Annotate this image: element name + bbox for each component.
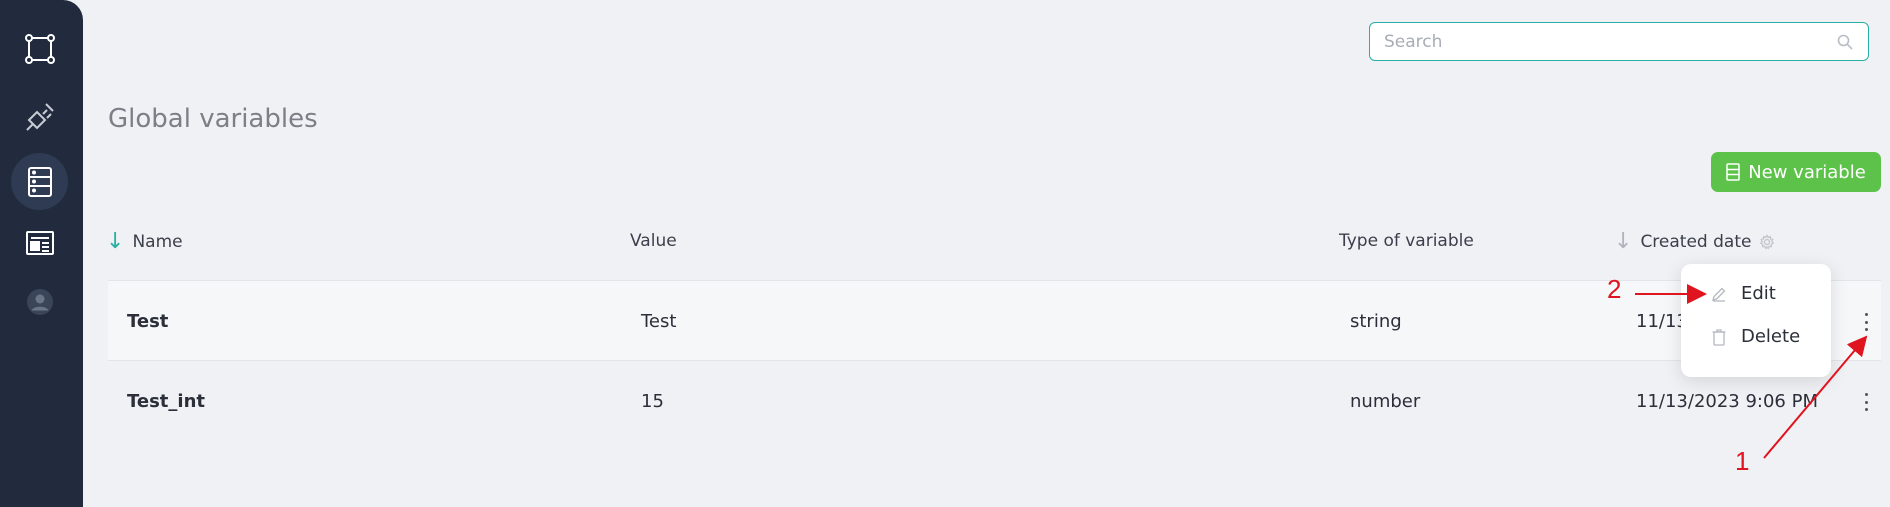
row-actions-icon[interactable] — [1857, 391, 1875, 413]
column-header-created[interactable]: ↓ Created date — [1614, 231, 1775, 253]
newspaper-icon — [25, 230, 54, 255]
column-header-type[interactable]: Type of variable — [1339, 231, 1474, 251]
menu-item-delete[interactable]: Delete — [1681, 315, 1831, 358]
cell-value: Test — [641, 310, 677, 332]
page-title: Global variables — [108, 104, 318, 134]
cell-value: 15 — [641, 390, 664, 412]
sort-down-icon[interactable]: ↓ — [1614, 231, 1632, 253]
database-icon — [1726, 163, 1740, 181]
column-header-type-label: Type of variable — [1339, 231, 1474, 251]
database-icon — [27, 166, 52, 197]
sidebar — [0, 0, 83, 507]
cell-type: string — [1350, 310, 1402, 332]
column-header-created-label: Created date — [1640, 232, 1752, 252]
sidebar-item-profile[interactable] — [11, 273, 68, 330]
workflow-icon — [24, 33, 55, 64]
column-header-name[interactable]: ↓ Name — [106, 231, 183, 253]
column-header-name-label: Name — [132, 232, 183, 252]
new-variable-label: New variable — [1748, 161, 1866, 183]
gear-icon[interactable] — [1759, 234, 1775, 250]
cell-type: number — [1350, 390, 1421, 412]
table-row[interactable]: Test_int 15 number 11/13/2023 9:06 PM — [108, 360, 1881, 440]
cell-name: Test_int — [127, 390, 206, 412]
plug-icon — [25, 102, 54, 131]
row-context-menu: Edit Delete — [1681, 264, 1831, 377]
column-header-value[interactable]: Value — [630, 231, 677, 251]
menu-item-edit-label: Edit — [1741, 283, 1776, 304]
user-avatar-icon — [26, 288, 53, 315]
row-actions-icon[interactable] — [1857, 311, 1875, 333]
sidebar-item-news[interactable] — [11, 214, 68, 271]
sidebar-item-connectors[interactable] — [11, 88, 68, 145]
sidebar-item-variables[interactable] — [11, 153, 68, 210]
column-header-value-label: Value — [630, 231, 677, 251]
sort-down-icon[interactable]: ↓ — [106, 231, 124, 253]
new-variable-button[interactable]: New variable — [1711, 152, 1881, 192]
annotation-label-1: 1 — [1735, 446, 1750, 476]
menu-item-edit[interactable]: Edit — [1681, 272, 1831, 315]
trash-icon — [1712, 328, 1726, 346]
annotation-label-2: 2 — [1607, 274, 1622, 304]
pencil-icon — [1712, 287, 1726, 302]
cell-name: Test — [127, 310, 169, 332]
menu-item-delete-label: Delete — [1741, 326, 1801, 347]
search-icon[interactable] — [1836, 33, 1854, 51]
sidebar-item-workflows[interactable] — [11, 20, 68, 77]
search-box — [1369, 22, 1869, 61]
search-input[interactable] — [1384, 31, 1836, 52]
